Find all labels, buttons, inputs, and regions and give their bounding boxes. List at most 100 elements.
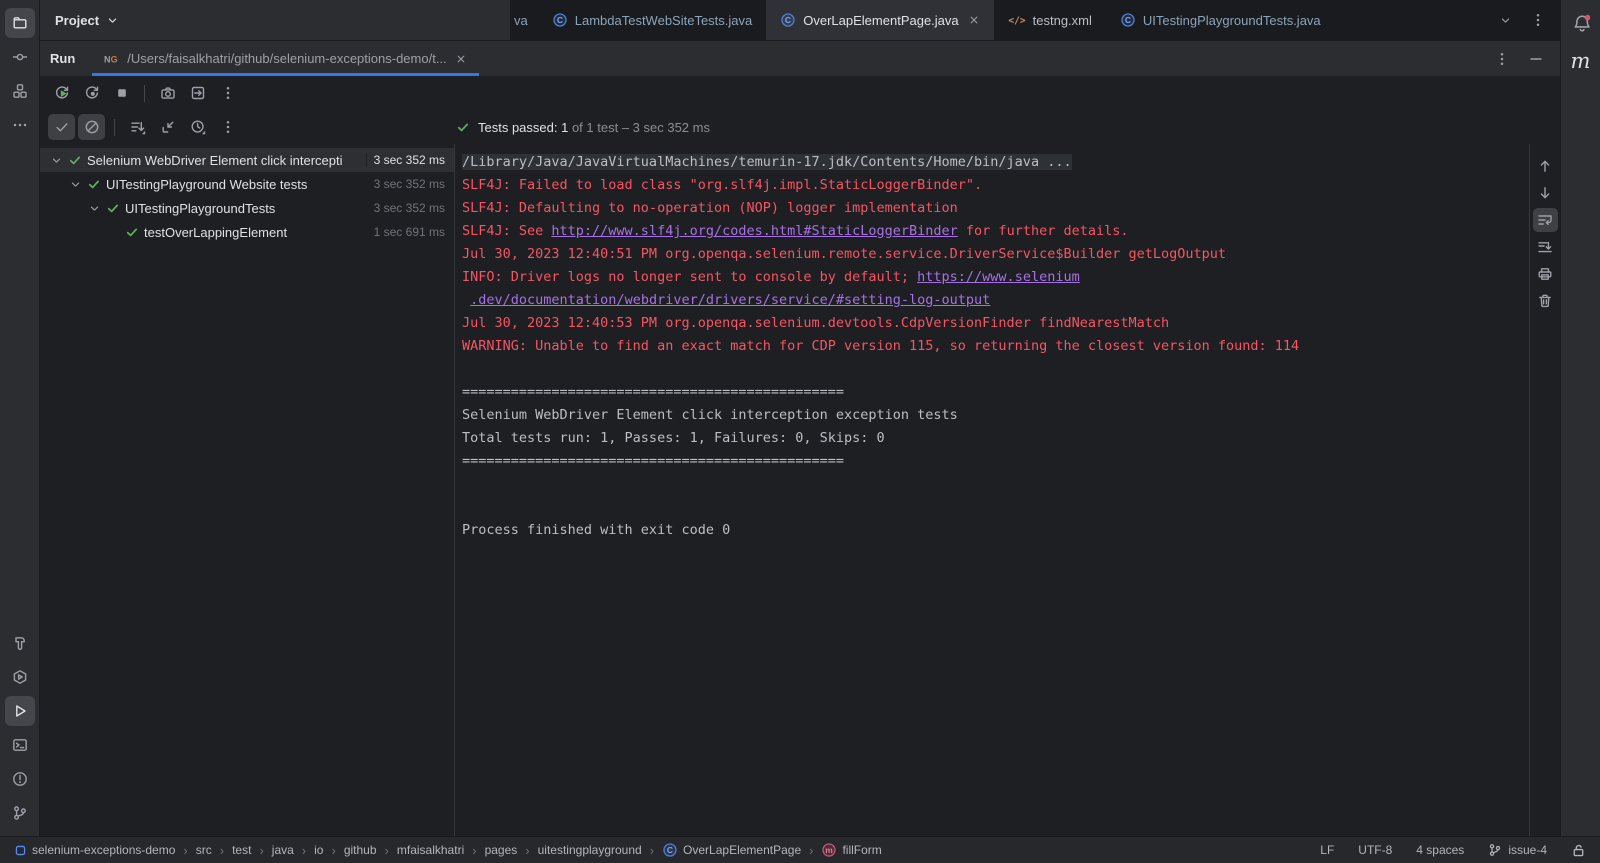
test-tree-pane: Selenium WebDriver Element click interce… — [40, 144, 455, 836]
sort-tests-button[interactable] — [124, 114, 151, 140]
close-icon[interactable] — [968, 14, 980, 26]
editor-tab-testng-xml[interactable]: </> testng.xml — [994, 0, 1106, 40]
breadcrumb-item-fillform[interactable]: m fillForm — [821, 842, 882, 858]
run-tool-button[interactable] — [4, 696, 35, 726]
tree-options-button[interactable] — [214, 114, 241, 140]
breadcrumb-label: test — [232, 843, 252, 857]
test-tree-row[interactable]: Selenium WebDriver Element click interce… — [40, 148, 454, 172]
project-tool-window-header[interactable]: Project — [40, 0, 510, 40]
stop-icon — [114, 85, 130, 101]
breadcrumb-item-uitestingplayground[interactable]: uitestingplayground — [538, 843, 642, 857]
editor-tab-uitestingplaygroundtests-java[interactable]: C UITestingPlaygroundTests.java — [1106, 0, 1335, 40]
test-node-label: testOverLappingElement — [144, 224, 288, 240]
stop-button[interactable] — [108, 80, 135, 106]
readonly-toggle[interactable] — [1571, 843, 1586, 858]
svg-text:G: G — [111, 54, 118, 64]
editor-tab-overlapelementpage-java[interactable]: C OverLapElementPage.java — [766, 0, 994, 40]
tab-partial[interactable]: va — [510, 0, 538, 40]
notifications-button[interactable] — [1566, 8, 1596, 38]
editor-tab-strip: va C LambdaTestWebSiteTests.java C OverLapE… — [510, 0, 1560, 40]
console-text: INFO: Driver logs no longer sent to cons… — [462, 269, 918, 285]
breadcrumb-label: fillForm — [842, 843, 882, 857]
play-icon — [12, 703, 28, 719]
console-link[interactable]: .dev/documentation/webdriver/drivers/ser… — [470, 292, 990, 308]
problems-tool-button[interactable] — [5, 764, 35, 794]
console-line: SLF4J: Failed to load class "org.slf4j.i… — [462, 174, 1529, 197]
scroll-to-end-button[interactable] — [1533, 235, 1558, 259]
more-options-button[interactable] — [214, 80, 241, 106]
svg-text:</>: </> — [1008, 16, 1025, 27]
test-history-button[interactable] — [184, 114, 211, 140]
run-configuration-path: /Users/faisalkhatri/github/selenium-exce… — [127, 51, 447, 66]
tab-list-button[interactable] — [1499, 14, 1512, 27]
close-icon[interactable] — [455, 53, 467, 65]
breadcrumb-item-github[interactable]: github — [344, 843, 377, 857]
version-control-tool-button[interactable] — [5, 798, 35, 828]
breadcrumb-item-pages[interactable]: pages — [485, 843, 518, 857]
breadcrumb-item-io[interactable]: io — [314, 843, 323, 857]
rerun-icon — [54, 85, 70, 101]
test-tree-row[interactable]: testOverLappingElement 1 sec 691 ms — [40, 220, 454, 244]
breadcrumb-item-overlapelementpage[interactable]: C OverLapElementPage — [662, 842, 801, 858]
test-tree-row[interactable]: UITestingPlaygroundTests 3 sec 352 ms — [40, 196, 454, 220]
next-occurrence-button[interactable] — [1533, 181, 1558, 205]
export-test-results-button[interactable] — [184, 80, 211, 106]
editor-tab-lambdatestwebsitetests-java[interactable]: C LambdaTestWebSiteTests.java — [538, 0, 767, 40]
chevron-down-icon[interactable] — [87, 202, 101, 215]
services-tool-button[interactable] — [5, 662, 35, 692]
test-tree-row[interactable]: UITestingPlayground Website tests 3 sec 3… — [40, 172, 454, 196]
more-icon — [12, 117, 28, 133]
structure-tool-button[interactable] — [5, 76, 35, 106]
breadcrumb: selenium-exceptions-demo › src › test › java › i… — [14, 842, 882, 858]
widget-label: LF — [1320, 843, 1335, 857]
maven-tool-button[interactable]: m — [1566, 46, 1596, 76]
bell-icon — [1572, 14, 1590, 32]
breadcrumb-label: io — [314, 843, 324, 857]
line-separator-widget[interactable]: LF — [1320, 843, 1334, 857]
soft-wrap-toggle[interactable] — [1532, 208, 1558, 232]
project-tool-button[interactable] — [4, 8, 35, 38]
branch-icon — [1488, 843, 1502, 857]
console-text: ========================================… — [462, 384, 845, 400]
svg-text:C: C — [667, 845, 673, 855]
prev-occurrence-button[interactable] — [1533, 154, 1558, 178]
breadcrumb-item-src[interactable]: src — [196, 843, 212, 857]
encoding-widget[interactable]: UTF-8 — [1358, 843, 1392, 857]
console-output[interactable]: /Library/Java/JavaVirtualMachines/temuri… — [455, 144, 1529, 836]
hide-tool-window-button[interactable] — [1528, 51, 1544, 67]
status-bar: selenium-exceptions-demo › src › test › java › i… — [0, 836, 1600, 863]
git-branch-widget[interactable]: issue-4 — [1488, 843, 1547, 857]
editor-options-button[interactable] — [1530, 12, 1546, 28]
print-console-button[interactable] — [1533, 262, 1558, 286]
widget-label: 4 spaces — [1416, 843, 1465, 857]
breadcrumb-item-mfaisalkhatri[interactable]: mfaisalkhatri — [397, 843, 464, 857]
tool-window-options-button[interactable] — [1494, 51, 1510, 67]
run-configuration-tab[interactable]: NG /Users/faisalkhatri/github/selenium-e… — [92, 41, 479, 76]
chevron-down-icon[interactable] — [68, 178, 82, 191]
indent-widget[interactable]: 4 spaces — [1416, 843, 1464, 857]
tab-label: UITestingPlaygroundTests.java — [1142, 12, 1321, 28]
rerun-failed-tests-button[interactable] — [78, 80, 105, 106]
show-passed-toggle[interactable] — [48, 114, 75, 140]
test-snapshot-button[interactable] — [154, 80, 181, 106]
toolbar-divider — [114, 118, 115, 136]
breadcrumb-item-java[interactable]: java — [272, 843, 294, 857]
import-test-results-button[interactable] — [154, 114, 181, 140]
console-link[interactable]: https://www.selenium — [917, 269, 1080, 285]
arrow-up-icon — [1537, 158, 1553, 174]
more-tool-windows-button[interactable] — [5, 110, 35, 140]
terminal-tool-button[interactable] — [5, 730, 35, 760]
clear-console-button[interactable] — [1533, 289, 1558, 313]
main-area: Project va C LambdaTestWebSiteTests.java C… — [40, 0, 1560, 836]
chevron-down-icon[interactable] — [49, 154, 63, 167]
console-link[interactable]: http://www.slf4j.org/codes.html#StaticLo… — [551, 223, 957, 239]
breadcrumb-item-selenium-exceptions-demo[interactable]: selenium-exceptions-demo — [14, 843, 175, 857]
show-ignored-toggle[interactable] — [78, 114, 105, 140]
breadcrumb-item-test[interactable]: test — [232, 843, 251, 857]
commit-tool-button[interactable] — [5, 42, 35, 72]
build-tool-button[interactable] — [5, 628, 35, 658]
rerun-tests-button[interactable] — [48, 80, 75, 106]
clock-icon — [190, 119, 206, 135]
kebab-icon — [220, 119, 236, 135]
